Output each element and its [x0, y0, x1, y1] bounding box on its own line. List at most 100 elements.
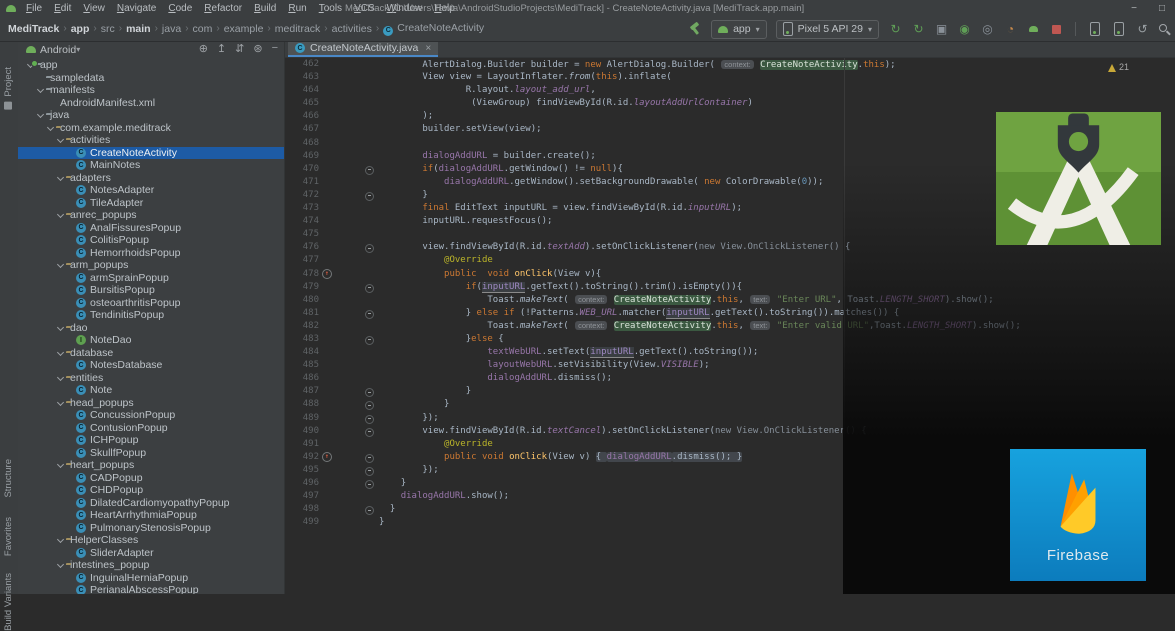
code-line-482[interactable]: 482 Toast.makeText( context: CreateNoteA… — [285, 320, 1175, 333]
tree-item-contusionpopup[interactable]: C ContusionPopup — [18, 422, 284, 435]
tree-item-notesadapter[interactable]: C NotesAdapter — [18, 184, 284, 197]
apply-code-changes-icon[interactable]: ▣ — [934, 23, 949, 35]
inspections-widget[interactable]: 21 — [1107, 61, 1129, 74]
fold-marker-icon[interactable] — [365, 401, 374, 411]
chevron-expanded-icon[interactable] — [56, 135, 66, 145]
chevron-expanded-icon[interactable] — [56, 460, 66, 470]
tree-item-colitispopup[interactable]: C ColitisPopup — [18, 234, 284, 247]
breadcrumb-meditrack[interactable]: meditrack — [275, 23, 321, 35]
fold-marker-icon[interactable] — [365, 165, 374, 175]
breadcrumb-src[interactable]: src — [101, 23, 115, 35]
chevron-expanded-icon[interactable] — [56, 560, 66, 570]
chevron-expanded-icon[interactable] — [36, 85, 46, 95]
fold-marker-icon[interactable] — [365, 283, 374, 293]
code-line-463[interactable]: 463 View view = LayoutInflater.from(this… — [285, 71, 1175, 84]
tree-item-hemorrhoidspopup[interactable]: C HemorrhoidsPopup — [18, 247, 284, 260]
tree-item-armsprainpopup[interactable]: CarmSprainPopup — [18, 272, 284, 285]
build-hammer-icon[interactable] — [688, 22, 702, 36]
tree-item-java[interactable]: java — [18, 109, 284, 122]
menu-navigate[interactable]: Navigate — [111, 3, 162, 14]
tree-item-head-popups[interactable]: head_popups — [18, 397, 284, 410]
code-line-480[interactable]: 480 Toast.makeText( context: CreateNoteA… — [285, 294, 1175, 307]
tool-stripe-build-variants[interactable]: Build Variants — [3, 573, 14, 631]
code-line-478[interactable]: 478 ↑ public void onClick(View v){ — [285, 268, 1175, 281]
breadcrumb-example[interactable]: example — [224, 23, 264, 35]
tree-item-dilatedcardiomyopathypopup[interactable]: C DilatedCardiomyopathyPopup — [18, 497, 284, 510]
tree-item-app[interactable]: app — [18, 59, 284, 72]
fold-marker-icon[interactable] — [365, 191, 374, 201]
menu-build[interactable]: Build — [248, 3, 282, 14]
tree-item-intestines-popup[interactable]: intestines_popup — [18, 559, 284, 572]
code-line-485[interactable]: 485 layoutWebURL.setVisibility(View.VISI… — [285, 359, 1175, 372]
tree-item-adapters[interactable]: adapters — [18, 172, 284, 185]
attach-debugger-icon[interactable]: ◎ — [980, 23, 995, 35]
tree-item-androidmanifest-xml[interactable]: AndroidManifest.xml — [18, 97, 284, 110]
tree-item-com-example-meditrack[interactable]: com.example.meditrack — [18, 122, 284, 135]
close-icon[interactable]: × — [425, 43, 431, 54]
fold-marker-icon[interactable] — [365, 453, 374, 463]
tree-item-notedao[interactable]: I NoteDao — [18, 334, 284, 347]
breadcrumb-main[interactable]: main — [126, 23, 151, 35]
tree-item-ichpopup[interactable]: C ICHPopup — [18, 434, 284, 447]
tree-item-entities[interactable]: entities — [18, 372, 284, 385]
hide-panel-icon[interactable]: − — [272, 42, 278, 55]
tree-item-mainnotes[interactable]: C MainNotes — [18, 159, 284, 172]
locate-file-icon[interactable]: ⊕ — [199, 42, 208, 55]
tree-item-database[interactable]: database — [18, 347, 284, 360]
expand-all-icon[interactable]: ⇵ — [235, 42, 244, 55]
menu-code[interactable]: Code — [162, 3, 198, 14]
menu-file[interactable]: File — [20, 3, 48, 14]
code-line-489[interactable]: 489 }); — [285, 412, 1175, 425]
menu-view[interactable]: View — [77, 3, 111, 14]
fold-marker-icon[interactable] — [365, 427, 374, 437]
breadcrumb-meditrack[interactable]: MediTrack — [8, 23, 59, 35]
sync-project-icon[interactable]: ↺ — [1135, 23, 1150, 35]
collapse-all-icon[interactable]: ↥ — [217, 42, 226, 55]
chevron-expanded-icon[interactable] — [56, 210, 66, 220]
code-line-464[interactable]: 464 R.layout.layout_add_url, — [285, 84, 1175, 97]
tree-item-bursitispopup[interactable]: C BursitisPopup — [18, 284, 284, 297]
tree-item-dao[interactable]: dao — [18, 322, 284, 335]
apply-changes-icon[interactable]: ↻ — [911, 23, 926, 35]
tree-item-manifests[interactable]: manifests — [18, 84, 284, 97]
tree-item-tendinitispopup[interactable]: C TendinitisPopup — [18, 309, 284, 322]
tree-item-concussionpopup[interactable]: C ConcussionPopup — [18, 409, 284, 422]
code-line-483[interactable]: 483 }else { — [285, 333, 1175, 346]
menu-refactor[interactable]: Refactor — [198, 3, 248, 14]
fold-marker-icon[interactable] — [365, 506, 374, 516]
run-icon[interactable]: ↻ — [888, 23, 903, 35]
chevron-expanded-icon[interactable] — [56, 173, 66, 183]
device-manager-icon[interactable] — [1090, 22, 1100, 36]
tree-item-analfissurespopup[interactable]: C AnalFissuresPopup — [18, 222, 284, 235]
fold-marker-icon[interactable] — [365, 388, 374, 398]
breadcrumb-com[interactable]: com — [193, 23, 213, 35]
chevron-expanded-icon[interactable] — [36, 110, 46, 120]
fold-marker-icon[interactable] — [365, 335, 374, 345]
code-line-486[interactable]: 486 dialogAddURL.dismiss(); — [285, 372, 1175, 385]
breadcrumb-createnoteactivity[interactable]: C CreateNoteActivity — [383, 22, 484, 36]
chevron-expanded-icon[interactable] — [56, 535, 66, 545]
tool-stripe-structure[interactable]: Structure — [3, 459, 14, 498]
menu-run[interactable]: Run — [282, 3, 312, 14]
debug-icon[interactable]: ◉ — [957, 23, 972, 35]
override-method-icon[interactable]: ↑ — [322, 269, 332, 280]
chevron-expanded-icon[interactable] — [56, 323, 66, 333]
logcat-icon[interactable] — [1114, 22, 1124, 36]
tree-item-skullfpopup[interactable]: C SkullfPopup — [18, 447, 284, 460]
tool-stripe-favorites[interactable]: Favorites — [3, 517, 14, 556]
chevron-expanded-icon[interactable] — [56, 398, 66, 408]
chevron-expanded-icon[interactable] — [46, 123, 56, 133]
maximize-button[interactable]: □ — [1155, 3, 1169, 14]
chevron-expanded-icon[interactable] — [56, 348, 66, 358]
tree-item-osteoarthritispopup[interactable]: CosteoarthritisPopup — [18, 297, 284, 310]
tree-item-arm-popups[interactable]: arm_popups — [18, 259, 284, 272]
tree-item-sampledata[interactable]: sampledata — [18, 72, 284, 85]
override-method-icon[interactable]: ↑ — [322, 452, 332, 463]
code-line-484[interactable]: 484 textWebURL.setText(inputURL.getText(… — [285, 346, 1175, 359]
fold-marker-icon[interactable] — [365, 309, 374, 319]
breadcrumb-java[interactable]: java — [162, 23, 181, 35]
code-line-479[interactable]: 479 if(inputURL.getText().toString().tri… — [285, 281, 1175, 294]
run-configuration-select[interactable]: app ▾ — [711, 19, 767, 39]
menu-tools[interactable]: Tools — [313, 3, 348, 14]
fold-marker-icon[interactable] — [365, 466, 374, 476]
